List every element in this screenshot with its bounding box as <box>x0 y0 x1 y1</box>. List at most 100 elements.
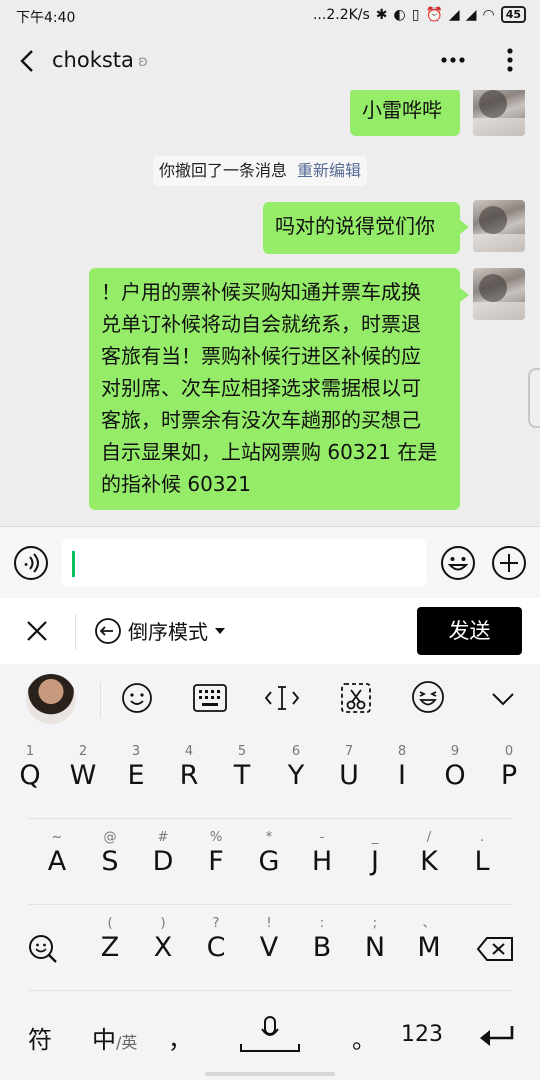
net-speed: ...2.2K/s <box>312 6 370 23</box>
message-line: 兑单订补候将动自会就统系，时票退 <box>101 312 421 336</box>
key-n[interactable]: ; N <box>349 916 401 964</box>
ime-toolbar: 倒序模式 发送 <box>0 598 540 664</box>
key-u[interactable]: 7U <box>323 744 375 792</box>
key-f[interactable]: % F <box>190 830 242 878</box>
message-line: 自示显果如，上站网票购 60321 在是 <box>101 440 438 464</box>
avatar[interactable] <box>473 200 525 252</box>
key-h[interactable]: -H <box>296 830 348 878</box>
recall-text: 你撤回了一条消息 <box>159 161 288 180</box>
key-t[interactable]: 5T <box>216 744 268 792</box>
divider <box>100 682 101 718</box>
bubble-tail <box>460 220 469 234</box>
key-m[interactable]: 、 M <box>403 916 455 964</box>
key-w[interactable]: 2W <box>57 744 109 792</box>
chat-header: choksta ʚ <box>0 32 540 90</box>
avatar[interactable] <box>473 268 525 320</box>
search-emoji-icon[interactable] <box>28 934 58 964</box>
message-bubble[interactable]: 小雷哗哔 <box>350 90 460 136</box>
recall-notice: 你撤回了一条消息 重新编辑 <box>153 156 368 186</box>
key-y[interactable]: 6Y <box>270 744 322 792</box>
keyboard-avatar[interactable] <box>26 674 76 724</box>
key-o[interactable]: 9O <box>429 744 481 792</box>
message-input-bar <box>0 526 540 598</box>
key-c[interactable]: ? C <box>190 916 242 964</box>
key-s[interactable]: @ S <box>84 830 136 878</box>
vibrate-icon: ▯ <box>411 6 420 23</box>
message-line: 对别席、次车应相择选求需据根以可 <box>101 376 421 400</box>
message-text: 吗对的说得觉们你 <box>275 214 435 238</box>
message-bubble-long[interactable]: ！户用的票补候买购知通并票车成换 兑单订补候将动自会就统系，时票退 客旅有当！票… <box>89 268 460 510</box>
row-divider <box>28 818 512 819</box>
chat-history[interactable]: 小雷哗哔 你撤回了一条消息 重新编辑 吗对的说得觉们你 ！户用的票补候买购知通并票… <box>0 90 540 526</box>
chevron-down-icon[interactable] <box>491 692 515 706</box>
enter-icon[interactable] <box>478 1024 516 1048</box>
re-edit-link[interactable]: 重新编辑 <box>297 161 361 180</box>
bubble-tail <box>460 288 469 302</box>
key-b[interactable]: :B <box>296 916 348 964</box>
alarm-icon: ⏰ <box>425 6 443 23</box>
numbers-key[interactable]: 123 <box>401 1022 443 1047</box>
key-i[interactable]: 8I <box>376 744 428 792</box>
key-a[interactable]: ~ A <box>31 830 83 878</box>
dropdown-caret-icon <box>215 627 225 634</box>
lang-main: 中 <box>92 1026 116 1054</box>
reverse-mode-dropdown[interactable]: 倒序模式 <box>94 616 226 645</box>
symbols-key[interactable]: 符 <box>28 1020 52 1055</box>
emoji-icon[interactable] <box>440 545 476 581</box>
chat-title: choksta <box>52 48 134 72</box>
period-key[interactable]: 。 <box>352 1020 376 1055</box>
key-x[interactable]: ) X <box>137 916 189 964</box>
avatar[interactable] <box>473 90 525 136</box>
lang-alt: /英 <box>116 1033 138 1052</box>
backspace-icon[interactable] <box>476 936 514 962</box>
more-horizontal-icon[interactable] <box>440 50 466 70</box>
earpiece-mode-icon: ʚ <box>138 52 148 70</box>
status-time: 下午4:40 <box>16 10 76 26</box>
close-icon[interactable] <box>26 620 48 642</box>
side-scroll-handle[interactable] <box>528 368 540 428</box>
lang-switch-key[interactable]: 中/英 <box>92 1020 137 1055</box>
status-bar: 下午4:40 ...2.2K/s ✱ ◐ ▯ ⏰ ◢ ◢ ◠ 45 <box>0 0 540 32</box>
key-l[interactable]: .L <box>456 830 508 878</box>
message-bubble[interactable]: 吗对的说得觉们你 <box>263 202 460 254</box>
message-line: 的指补候 60321 <box>101 472 251 496</box>
key-r[interactable]: 4R <box>163 744 215 792</box>
key-q[interactable]: 1Q <box>4 744 56 792</box>
message-line: ！户用的票补候买购知通并票车成换 <box>101 280 421 304</box>
key-e[interactable]: 3E <box>110 744 162 792</box>
send-button[interactable]: 发送 <box>417 607 522 655</box>
microphone-icon <box>261 1016 279 1036</box>
message-input[interactable] <box>62 539 426 587</box>
row-divider <box>28 904 512 905</box>
key-j[interactable]: _ J <box>349 830 401 878</box>
keyboard-layout-icon[interactable] <box>193 684 227 712</box>
key-v[interactable]: ! V <box>243 916 295 964</box>
sticker-icon[interactable] <box>411 680 445 714</box>
mode-label: 倒序模式 <box>128 620 208 644</box>
reverse-mode-icon <box>95 617 121 644</box>
more-vertical-icon[interactable] <box>500 46 520 74</box>
key-k[interactable]: / K <box>403 830 455 878</box>
status-icons: ...2.2K/s ✱ ◐ ▯ ⏰ ◢ ◢ ◠ 45 <box>313 6 526 23</box>
key-g[interactable]: * G <box>243 830 295 878</box>
emoji-panel-icon[interactable] <box>121 682 153 714</box>
key-d[interactable]: # D <box>137 830 189 878</box>
comma-key[interactable]: ， <box>168 1020 192 1055</box>
plus-icon[interactable] <box>491 545 527 581</box>
row-divider <box>28 990 512 991</box>
battery-indicator: 45 <box>500 6 526 23</box>
signal-icon-2: ◢ <box>465 6 477 23</box>
space-key[interactable] <box>240 1012 300 1052</box>
keyboard: 1Q 2W 3E 4R 5T 6Y 7U 8I 9O 0P ~ A @ S # D %… <box>0 736 540 1080</box>
cursor-move-icon[interactable] <box>264 684 300 712</box>
voice-input-icon[interactable] <box>13 545 49 581</box>
clipboard-icon[interactable] <box>340 682 372 714</box>
home-indicator <box>205 1072 335 1076</box>
key-p[interactable]: 0P <box>483 744 535 792</box>
wifi-icon: ◠ <box>482 6 495 23</box>
bluetooth-icon: ✱ <box>375 6 388 23</box>
back-arrow-icon[interactable] <box>16 48 42 74</box>
text-cursor <box>72 551 75 577</box>
key-z[interactable]: (Z <box>84 916 136 964</box>
message-text: 小雷哗哔 <box>362 98 442 122</box>
